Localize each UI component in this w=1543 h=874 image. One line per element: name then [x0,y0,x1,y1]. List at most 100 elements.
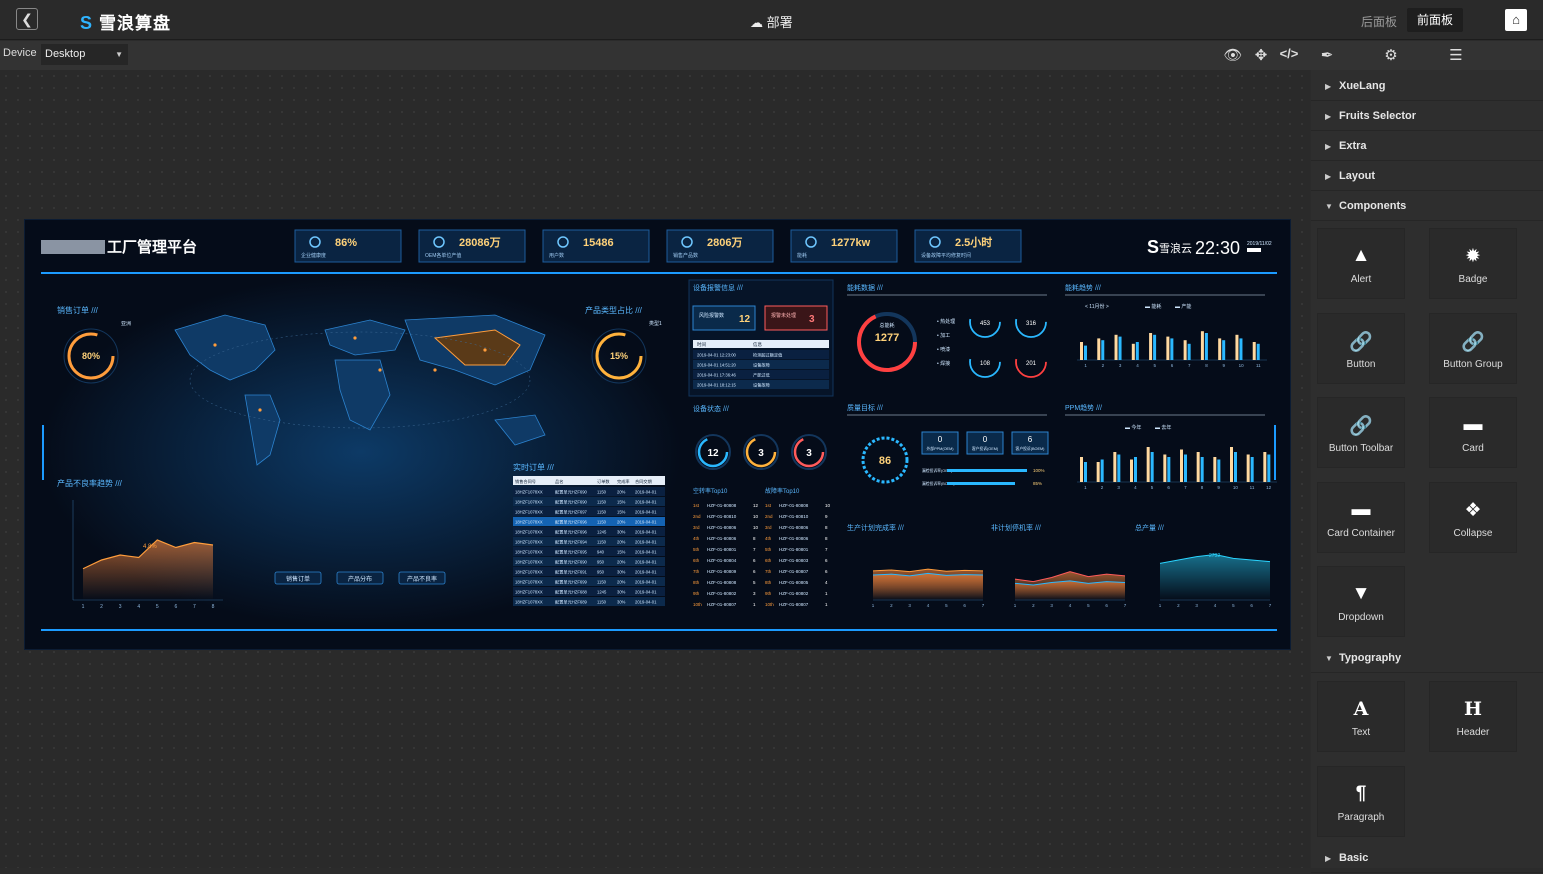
home-icon: ⌂ [1512,12,1520,27]
rank-value: 1 [753,602,756,607]
orders-cell: 15% [617,550,626,555]
component-card-container[interactable]: ▬ Card Container [1317,481,1405,553]
category-fruits-selector[interactable]: ▶ Fruits Selector [1311,101,1543,131]
component-button-group[interactable]: 🔗 Button Group [1429,312,1517,384]
component-collapse[interactable]: ❖ Collapse [1429,481,1517,553]
alarm-cell: 设备故障 [753,382,770,389]
cloud-upload-icon: ☁ [750,15,763,30]
orders-cell: 15% [617,500,626,505]
category-label: Components [1339,200,1407,212]
tick-label: 2 [1177,603,1180,608]
component-text[interactable]: A Text [1317,681,1405,752]
tick-label: 2 [1032,603,1035,608]
rank-pos: 5th [693,547,700,552]
alarm-cell: 检测超过额定值 [753,352,782,359]
tick-label: 5 [156,604,159,610]
orders-header-cell: 合同交期 [635,478,652,485]
tick-label: 7 [1184,485,1187,490]
rank-device: HZF-01-80802 [707,591,737,596]
orders-cell: 18HZF1078XX [515,590,543,595]
tick-label: 1 [872,603,875,608]
move-icon[interactable]: ✥ [1251,46,1271,64]
quality-bar-fill [947,482,1015,485]
orders-cell: 18HZF1078XX [515,550,543,555]
rank-value: 8 [753,536,756,541]
component-button-toolbar[interactable]: 🔗 Button Toolbar [1317,397,1405,468]
menu-icon[interactable]: ☰ [1446,46,1466,64]
collapse-icon: ❖ [1464,499,1482,521]
fault-title: 故障率Top10 [765,487,800,495]
energy-legend: • 热处理 [937,318,955,325]
chart-area [873,573,983,600]
back-button[interactable]: ❮ [16,8,38,30]
dashboard-preview[interactable]: 工厂管理平台 S 雪浪云 22:30 2019/11/02 86% 企业健康度 28086万 O… [24,219,1291,650]
brand-logo-icon: S [1147,237,1159,257]
rank-pos: 8th [693,580,700,585]
dashboard-title: 工厂管理平台 [107,238,197,256]
gear-icon[interactable]: ⚙ [1381,46,1401,64]
ppm-title: PPM趋势 /// [1065,403,1102,412]
eye-icon[interactable]: 👁 [1223,46,1243,64]
tick-label: 6 [174,604,177,610]
category-components[interactable]: ▼ Components [1311,191,1543,221]
energy-total: 1277 [875,332,899,344]
chart-bar [1101,340,1105,360]
chart-bar [1084,462,1087,482]
rank-pos: 2nd [693,514,701,519]
tick-label: 3 [1195,603,1198,608]
category-layout[interactable]: ▶ Layout [1311,161,1543,191]
rank-device: HZF-01-80808 [707,580,737,585]
alarm-pending-value: 3 [809,314,815,325]
tick-label: 2 [100,604,103,610]
chart-bar [1204,333,1208,360]
orders-cell: 2019-04-01 [635,520,657,525]
quality-box-value: 0 [938,435,943,444]
code-icon[interactable]: </> [1279,46,1299,61]
front-panel-tab[interactable]: 前面板 [1407,8,1463,32]
text-icon: A [1353,698,1369,720]
chart-bar [1149,333,1153,360]
component-header[interactable]: H Header [1429,681,1517,752]
energy-legend: • 焊接 [937,360,950,367]
category-extra[interactable]: ▶ Extra [1311,131,1543,161]
caret-right-icon: ▶ [1325,142,1332,151]
back-panel-tab[interactable]: 后面板 [1361,13,1397,30]
tick-label: 10 [1233,485,1239,490]
tick-label: 1 [82,604,85,610]
tick-label: 5 [1151,485,1154,490]
caret-right-icon: ▶ [1325,112,1332,121]
quality-box-value: 0 [983,435,988,444]
component-paragraph[interactable]: ¶ Paragraph [1317,765,1405,837]
rank-value: 7 [825,547,828,552]
component-button[interactable]: 🔗 Button [1317,312,1405,384]
device-select[interactable]: Desktop ▼ [41,44,128,65]
orders-cell: 18HZF1078XX [515,530,543,535]
deploy-button[interactable]: ☁ 部署 [750,12,793,31]
chart-bar [1166,336,1170,360]
alarm-risk-value: 12 [739,314,751,325]
chart-bar [1200,331,1204,360]
category-basic[interactable]: ▶ Basic [1311,843,1543,873]
category-typography[interactable]: ▼ Typography [1311,643,1543,673]
component-alert[interactable]: ▲ Alert [1317,228,1405,299]
orders-cell: 940 [597,550,605,555]
kpi-value: 1277kw [831,237,871,249]
quality-box-label: 外部PPM(OEM) [927,446,955,451]
component-label: Paragraph [1337,811,1385,823]
component-card[interactable]: ▬ Card [1429,397,1517,468]
orders-cell: 20% [617,490,626,495]
component-dropdown[interactable]: ▼ Dropdown [1317,566,1405,637]
tick-label: 8 [212,604,215,610]
rank-pos: 4th [765,536,772,541]
chart-bar [1134,457,1137,482]
map-tab-label: 销售订单 [286,575,310,583]
rank-pos: 5th [765,547,772,552]
category-xuelang[interactable]: ▶ XueLang [1311,71,1543,101]
home-button[interactable]: ⌂ [1505,9,1527,31]
brush-icon[interactable]: ✒ [1317,46,1337,64]
alarm-cell: 设备故障 [753,362,770,369]
tick-label: 4 [1136,363,1139,368]
trend-legend: ▬ 能耗 [1145,303,1161,310]
component-badge[interactable]: ✹ Badge [1429,228,1517,299]
rank-device: HZF-01-80806 [707,536,737,541]
